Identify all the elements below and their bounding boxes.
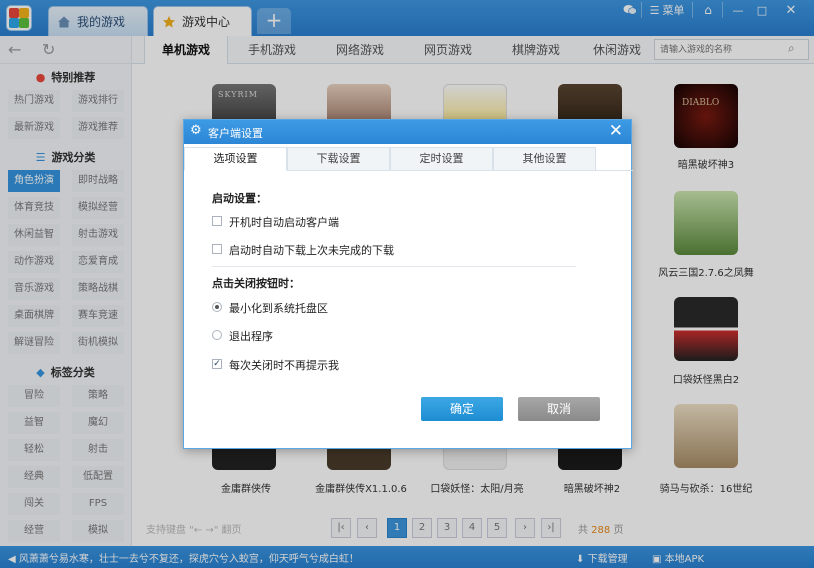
startup-autostart-checkbox[interactable]: [212, 216, 222, 226]
close-dialog-icon[interactable]: ✕: [609, 120, 623, 142]
radio-label[interactable]: 退出程序: [229, 328, 273, 344]
ok-button[interactable]: 确定: [421, 397, 503, 421]
startup-heading: 启动设置：: [212, 192, 267, 205]
minimize-tray-radio[interactable]: [212, 302, 222, 312]
close-heading: 点击关闭按钮时：: [212, 277, 300, 290]
checkbox-label[interactable]: 启动时自动下载上次未完成的下载: [229, 242, 394, 258]
tab-schedule[interactable]: 定时设置: [390, 147, 493, 171]
dialog-title: 客户端设置: [208, 127, 263, 140]
divider: [212, 266, 576, 267]
tab-download[interactable]: 下载设置: [287, 147, 390, 171]
checkbox-label[interactable]: 每次关闭时不再提示我: [229, 357, 339, 373]
dialog-tabs: 选项设置 下载设置 定时设置 其他设置: [184, 147, 633, 171]
checkbox-label[interactable]: 开机时自动启动客户端: [229, 214, 339, 230]
radio-label[interactable]: 最小化到系统托盘区: [229, 300, 328, 316]
startup-resume-checkbox[interactable]: [212, 244, 222, 254]
cancel-button[interactable]: 取消: [518, 397, 600, 421]
gear-icon: ⚙: [190, 123, 202, 138]
settings-dialog: ⚙ 客户端设置 ✕ 选项设置 下载设置 定时设置 其他设置 启动设置： 开机时自…: [183, 119, 633, 449]
no-prompt-checkbox[interactable]: ✓: [212, 359, 222, 369]
dialog-header: ⚙ 客户端设置 ✕: [184, 120, 631, 144]
exit-program-radio[interactable]: [212, 330, 222, 340]
tab-options[interactable]: 选项设置: [184, 147, 287, 171]
tab-other[interactable]: 其他设置: [493, 147, 596, 171]
